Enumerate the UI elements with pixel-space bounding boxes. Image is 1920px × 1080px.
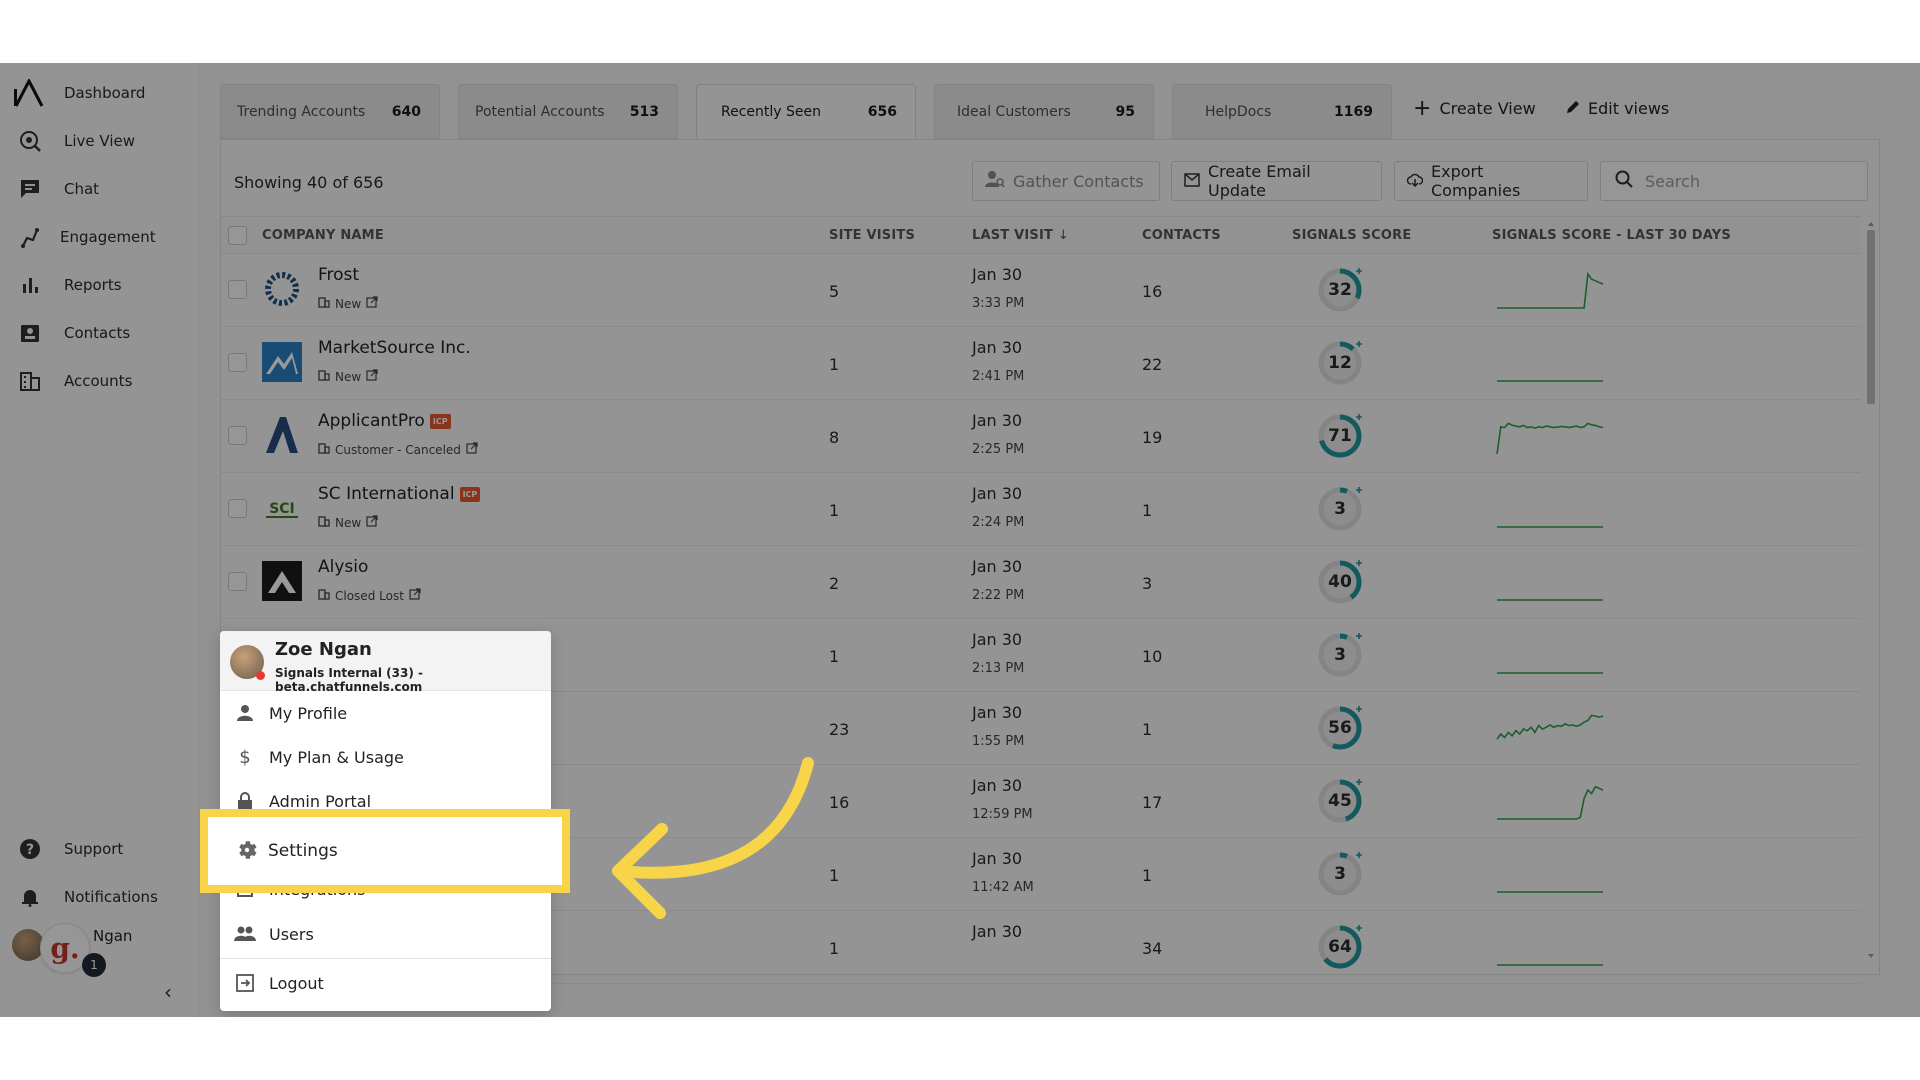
- app-frame: Dashboard Live View Chat Engagement Repo…: [0, 63, 1920, 1017]
- status-dot: [256, 671, 265, 680]
- menu-item-label: Users: [269, 924, 314, 944]
- user-menu-header: Zoe Ngan Signals Internal (33) - beta.ch…: [220, 631, 551, 694]
- person-icon: [234, 702, 256, 724]
- users-icon: [234, 923, 256, 945]
- settings-highlight-inner: Settings: [208, 817, 562, 885]
- callout-arrow: [612, 757, 814, 919]
- menu-item-label: Logout: [269, 973, 324, 993]
- gear-icon: [239, 841, 257, 859]
- dollar-icon: $: [239, 746, 251, 768]
- user-org: Signals Internal (33) - beta.chatfunnels…: [275, 666, 423, 694]
- menu-item-label: My Profile: [269, 703, 348, 723]
- menu-item-label: Settings: [268, 841, 338, 861]
- logout-icon: [234, 972, 256, 994]
- menu-item-label: Admin Portal: [269, 791, 372, 811]
- user-name: Zoe Ngan: [275, 639, 372, 660]
- menu-item-logout[interactable]: Logout: [220, 961, 551, 1005]
- menu-item-plan-usage[interactable]: $ My Plan & Usage: [220, 735, 551, 779]
- menu-item-settings[interactable]: Settings: [200, 809, 570, 893]
- menu-item-label: My Plan & Usage: [269, 747, 404, 767]
- menu-divider: [220, 958, 551, 959]
- menu-item-my-profile[interactable]: My Profile: [220, 691, 551, 735]
- menu-item-users[interactable]: Users: [220, 912, 551, 956]
